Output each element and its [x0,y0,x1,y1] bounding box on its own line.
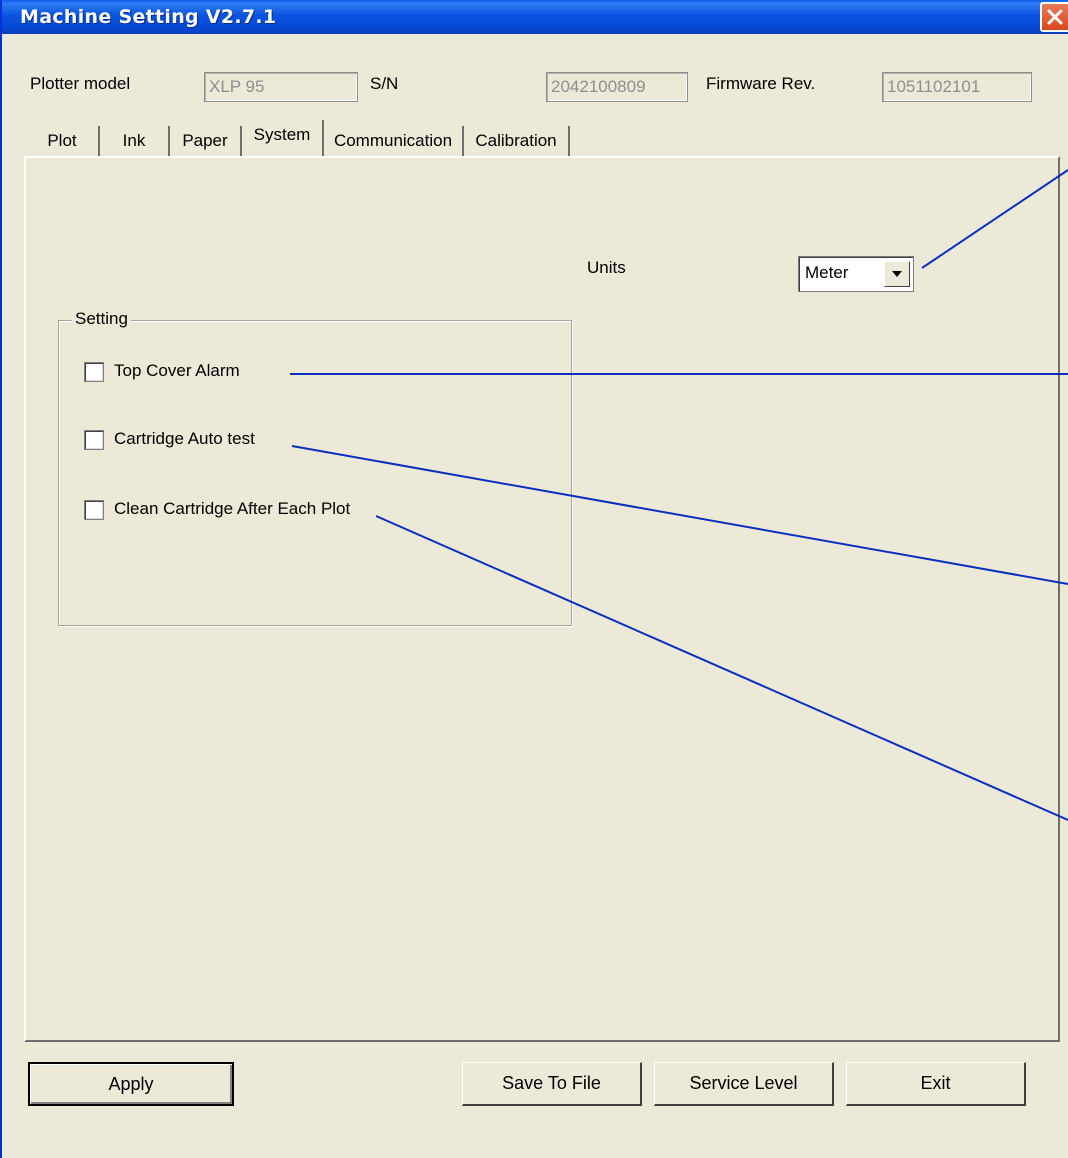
annotation-line-auto-test [291,445,1068,585]
annotation-line-units [921,169,1068,269]
annotation-overlay [290,169,1068,821]
annotation-line-clean-cartridge [375,515,1068,821]
